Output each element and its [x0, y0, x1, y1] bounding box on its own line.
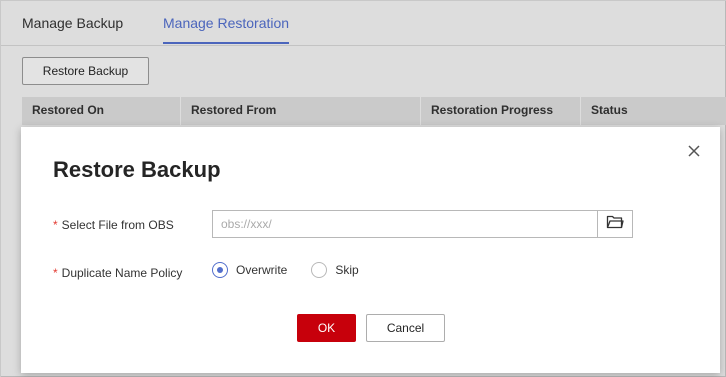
obs-file-label-text: Select File from OBS: [61, 218, 174, 232]
radio-overwrite[interactable]: Overwrite: [212, 262, 287, 278]
required-mark: *: [53, 266, 58, 280]
duplicate-policy-label: * Duplicate Name Policy: [53, 266, 182, 280]
radio-overwrite-label: Overwrite: [236, 263, 288, 277]
radio-skip[interactable]: Skip: [311, 262, 359, 278]
obs-file-field: [212, 210, 633, 238]
ok-button[interactable]: OK: [297, 314, 356, 342]
cancel-button[interactable]: Cancel: [366, 314, 445, 342]
browse-folder-button[interactable]: [597, 211, 632, 237]
duplicate-policy-label-text: Duplicate Name Policy: [61, 266, 183, 280]
close-icon[interactable]: [686, 143, 702, 159]
dialog-title: Restore Backup: [53, 157, 221, 182]
obs-file-label: * Select File from OBS: [53, 218, 174, 232]
restore-backup-dialog: Restore Backup *Select File from OBS *Du…: [21, 127, 720, 373]
radio-unchecked-icon[interactable]: [311, 262, 328, 278]
duplicate-policy-radio-group: Overwrite Skip: [212, 260, 383, 280]
required-mark: *: [53, 218, 58, 232]
obs-path-input[interactable]: [213, 211, 597, 237]
radio-checked-icon[interactable]: [212, 262, 228, 278]
folder-icon: [606, 214, 624, 235]
radio-skip-label: Skip: [335, 263, 359, 277]
page: Manage Backup Manage Restoration Restore…: [0, 0, 726, 377]
